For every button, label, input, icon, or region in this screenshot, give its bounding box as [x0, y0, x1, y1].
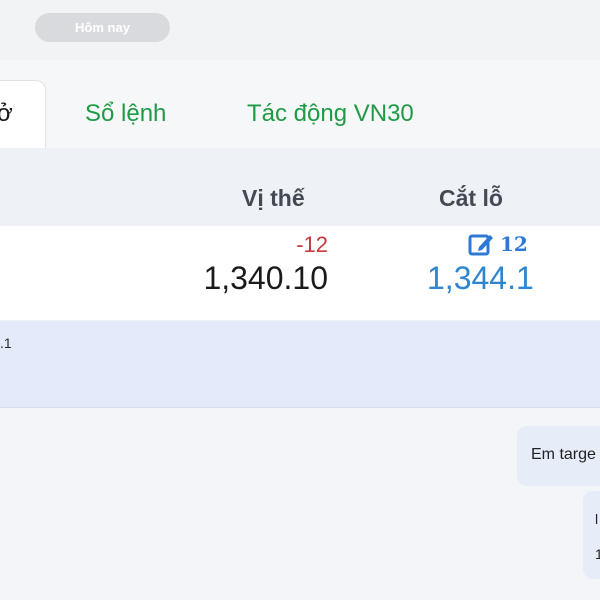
stop-loss-column-header: Cắt lỗ	[439, 185, 503, 211]
tab-order-book-label: Sổ lệnh	[85, 100, 167, 127]
stop-offset-value: 12	[500, 232, 528, 256]
table-header: Vị thế Cắt lỗ	[0, 148, 600, 226]
position-change: -12	[296, 232, 328, 257]
stop-loss-value[interactable]: 1,344.1	[427, 260, 534, 297]
chat-bubble-text: Em targe	[531, 446, 596, 463]
info-row: .1	[0, 321, 600, 408]
chat-area: Em targe l 1	[0, 408, 600, 600]
chat-bubble-text: 1	[595, 546, 600, 562]
tab-bar: ở Sổ lệnh Tác động VN30	[0, 60, 600, 149]
position-value: 1,340.10	[203, 260, 328, 296]
chat-bubble-text: l	[595, 511, 599, 527]
chat-bubble: l 1	[583, 491, 600, 579]
info-text: .1	[0, 335, 12, 351]
tab-positions[interactable]: ở	[0, 80, 46, 148]
tab-order-book[interactable]: Sổ lệnh	[85, 100, 166, 128]
today-label: Hôm nay	[75, 20, 130, 35]
position-column-header: Vị thế	[242, 185, 305, 211]
edit-stop-loss-button[interactable]: 12	[467, 230, 528, 258]
tab-vn30-impact[interactable]: Tác động VN30	[247, 100, 414, 128]
edit-icon	[467, 230, 495, 258]
tab-vn30-impact-label: Tác động VN30	[247, 100, 414, 127]
table-row[interactable]: -12 1,340.10 12 1,344.1	[0, 226, 600, 320]
chat-bubble: Em targe	[517, 426, 600, 486]
today-date-pill[interactable]: Hôm nay	[35, 13, 170, 42]
top-strip: Hôm nay	[0, 0, 600, 60]
tab-positions-label: ở	[0, 100, 13, 127]
